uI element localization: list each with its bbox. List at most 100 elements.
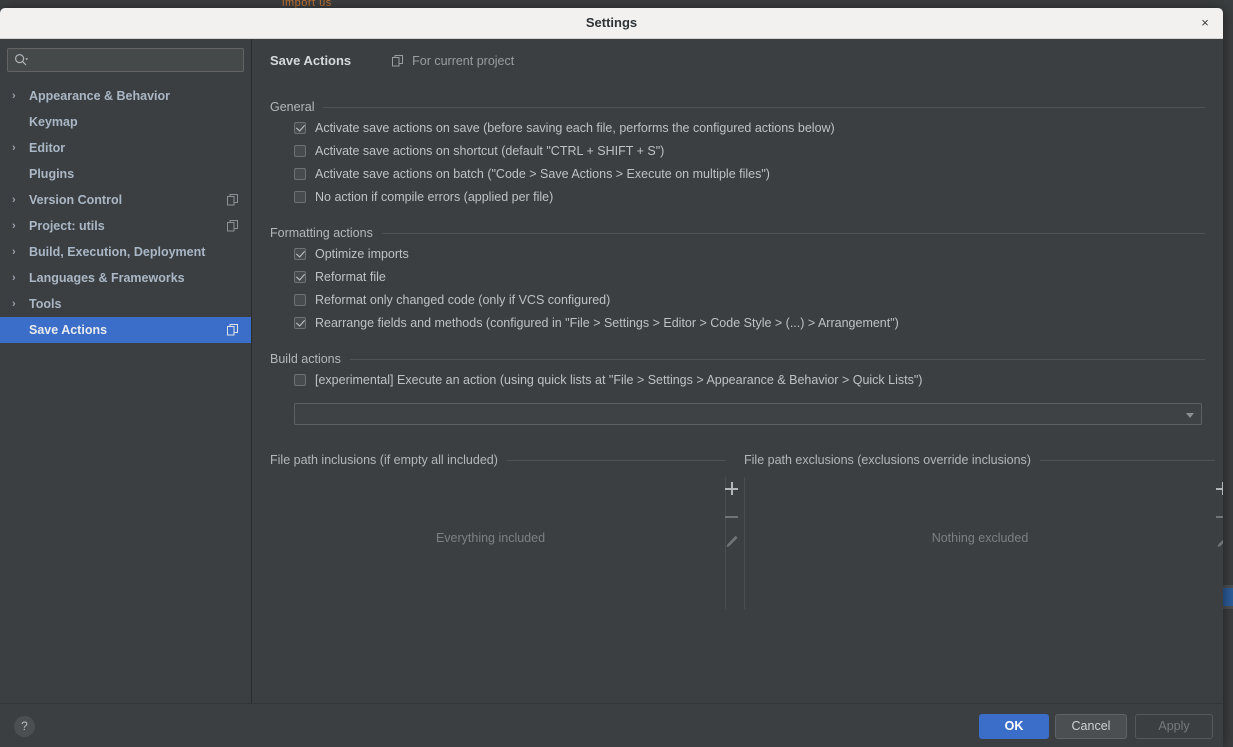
section-build-header: Build actions bbox=[270, 350, 1205, 370]
checkbox-row[interactable]: Rearrange fields and methods (configured… bbox=[270, 313, 1205, 336]
dialog-footer: ? OK Cancel Apply bbox=[0, 703, 1223, 747]
checkbox-checked-icon[interactable] bbox=[294, 248, 306, 260]
page-title: Save Actions bbox=[270, 53, 352, 69]
chevron-right-icon[interactable]: › bbox=[12, 187, 22, 213]
close-icon[interactable]: × bbox=[1197, 15, 1213, 31]
section-general-header: General bbox=[270, 98, 1205, 118]
sidebar-item-label: Keymap bbox=[29, 115, 78, 129]
checkbox-row[interactable]: No action if compile errors (applied per… bbox=[270, 187, 1205, 210]
remove-inclusion-button[interactable] bbox=[720, 503, 744, 529]
sidebar-item-label: Tools bbox=[29, 297, 62, 311]
settings-sidebar: › Appearance & Behavior Keymap › Editor Plugi… bbox=[0, 39, 252, 703]
checkbox-label: Optimize imports bbox=[315, 247, 409, 261]
sidebar-item-label: Build, Execution, Deployment bbox=[29, 245, 206, 259]
cancel-button[interactable]: Cancel bbox=[1055, 714, 1127, 739]
file-path-panels: File path inclusions (if empty all inclu… bbox=[270, 451, 1223, 619]
section-rule bbox=[270, 107, 1205, 108]
chevron-right-icon[interactable]: › bbox=[12, 265, 22, 291]
checkbox-row[interactable]: Activate save actions on save (before sa… bbox=[270, 118, 1205, 141]
sidebar-item-project-utils[interactable]: › Project: utils bbox=[0, 213, 251, 239]
help-button[interactable]: ? bbox=[14, 716, 35, 737]
settings-nav-list: › Appearance & Behavior Keymap › Editor Plugi… bbox=[0, 83, 251, 343]
checkbox-unchecked-icon[interactable] bbox=[294, 168, 306, 180]
chevron-right-icon[interactable]: › bbox=[12, 135, 22, 161]
chevron-down-icon bbox=[1186, 413, 1194, 418]
checkbox-unchecked-icon[interactable] bbox=[294, 294, 306, 306]
quick-list-select[interactable] bbox=[294, 403, 1202, 425]
settings-dialog: Settings × › Appearance & Behavior Keymap ›… bbox=[0, 8, 1223, 747]
section-rule bbox=[270, 359, 1205, 360]
pencil-icon bbox=[1217, 539, 1223, 547]
general-checkbox-group: Activate save actions on save (before sa… bbox=[270, 118, 1205, 210]
search-input[interactable] bbox=[32, 49, 237, 71]
exclusions-title: File path exclusions (exclusions overrid… bbox=[744, 453, 1040, 467]
exclusions-header: File path exclusions (exclusions overrid… bbox=[744, 451, 1215, 469]
chevron-right-icon[interactable]: › bbox=[12, 213, 22, 239]
checkbox-label: Activate save actions on save (before sa… bbox=[315, 121, 835, 135]
scope-label: For current project bbox=[412, 53, 515, 68]
sidebar-item-tools[interactable]: › Tools bbox=[0, 291, 251, 317]
project-scope-icon bbox=[391, 54, 403, 67]
dialog-body: › Appearance & Behavior Keymap › Editor Plugi… bbox=[0, 39, 1223, 703]
search-icon bbox=[14, 53, 28, 66]
checkbox-row[interactable]: [experimental] Execute an action (using … bbox=[270, 370, 1205, 393]
edit-inclusion-button[interactable] bbox=[720, 529, 744, 557]
checkbox-checked-icon[interactable] bbox=[294, 317, 306, 329]
sidebar-item-languages-frameworks[interactable]: › Languages & Frameworks bbox=[0, 265, 251, 291]
chevron-right-icon[interactable]: › bbox=[12, 83, 22, 109]
project-scope-icon bbox=[227, 324, 238, 336]
chevron-right-icon[interactable]: › bbox=[12, 291, 22, 317]
inclusions-list[interactable]: Everything included bbox=[270, 477, 726, 609]
search-box[interactable] bbox=[7, 48, 244, 72]
checkbox-row[interactable]: Activate save actions on batch ("Code > … bbox=[270, 164, 1205, 187]
checkbox-checked-icon[interactable] bbox=[294, 122, 306, 134]
sidebar-item-save-actions[interactable]: Save Actions bbox=[0, 317, 251, 343]
checkbox-row[interactable]: Reformat file bbox=[270, 267, 1205, 290]
sidebar-item-label: Plugins bbox=[29, 167, 75, 181]
checkbox-label: No action if compile errors (applied per… bbox=[315, 190, 554, 204]
sidebar-item-appearance-behavior[interactable]: › Appearance & Behavior bbox=[0, 83, 251, 109]
checkbox-unchecked-icon[interactable] bbox=[294, 374, 306, 386]
inclusions-header: File path inclusions (if empty all inclu… bbox=[270, 451, 726, 469]
checkbox-label: [experimental] Execute an action (using … bbox=[315, 373, 923, 387]
add-inclusion-button[interactable] bbox=[720, 477, 744, 503]
formatting-checkbox-group: Optimize imports Reformat file Reformat on… bbox=[270, 244, 1205, 336]
checkbox-row[interactable]: Optimize imports bbox=[270, 244, 1205, 267]
ide-right-gutter bbox=[1223, 10, 1233, 747]
checkbox-row[interactable]: Reformat only changed code (only if VCS … bbox=[270, 290, 1205, 313]
sidebar-item-plugins[interactable]: Plugins bbox=[0, 161, 251, 187]
inclusions-title: File path inclusions (if empty all inclu… bbox=[270, 453, 507, 467]
sidebar-item-version-control[interactable]: › Version Control bbox=[0, 187, 251, 213]
ide-gutter-highlight bbox=[1223, 588, 1233, 606]
remove-exclusion-button[interactable] bbox=[1211, 503, 1223, 529]
edit-exclusion-button[interactable] bbox=[1211, 529, 1223, 557]
settings-content: Save Actions For current project General… bbox=[252, 39, 1223, 703]
sidebar-item-label: Version Control bbox=[29, 193, 123, 207]
sidebar-item-keymap[interactable]: Keymap bbox=[0, 109, 251, 135]
exclusions-toolbar bbox=[1211, 477, 1223, 557]
section-general-title: General bbox=[270, 100, 324, 114]
build-checkbox-group: [experimental] Execute an action (using … bbox=[270, 370, 1205, 393]
checkbox-checked-icon[interactable] bbox=[294, 271, 306, 283]
checkbox-label: Reformat only changed code (only if VCS … bbox=[315, 293, 611, 307]
checkbox-row[interactable]: Activate save actions on shortcut (defau… bbox=[270, 141, 1205, 164]
apply-button: Apply bbox=[1135, 714, 1213, 739]
exclusions-list[interactable]: Nothing excluded bbox=[744, 477, 1215, 609]
ok-button[interactable]: OK bbox=[979, 714, 1049, 739]
chevron-right-icon[interactable]: › bbox=[12, 239, 22, 265]
sidebar-item-label: Editor bbox=[29, 141, 66, 155]
pane-header: Save Actions For current project bbox=[252, 39, 1223, 84]
checkbox-label: Rearrange fields and methods (configured… bbox=[315, 316, 899, 330]
checkbox-unchecked-icon[interactable] bbox=[294, 145, 306, 157]
section-build-title: Build actions bbox=[270, 352, 350, 366]
scope-indicator: For current project bbox=[391, 53, 515, 68]
sidebar-item-editor[interactable]: › Editor bbox=[0, 135, 251, 161]
add-exclusion-button[interactable] bbox=[1211, 477, 1223, 503]
sidebar-search-wrap bbox=[0, 39, 251, 72]
sidebar-item-build-execution-deployment[interactable]: › Build, Execution, Deployment bbox=[0, 239, 251, 265]
checkbox-unchecked-icon[interactable] bbox=[294, 191, 306, 203]
project-scope-icon bbox=[227, 220, 238, 232]
sidebar-item-label: Save Actions bbox=[29, 323, 108, 337]
section-formatting-header: Formatting actions bbox=[270, 224, 1205, 244]
sidebar-item-label: Appearance & Behavior bbox=[29, 89, 171, 103]
